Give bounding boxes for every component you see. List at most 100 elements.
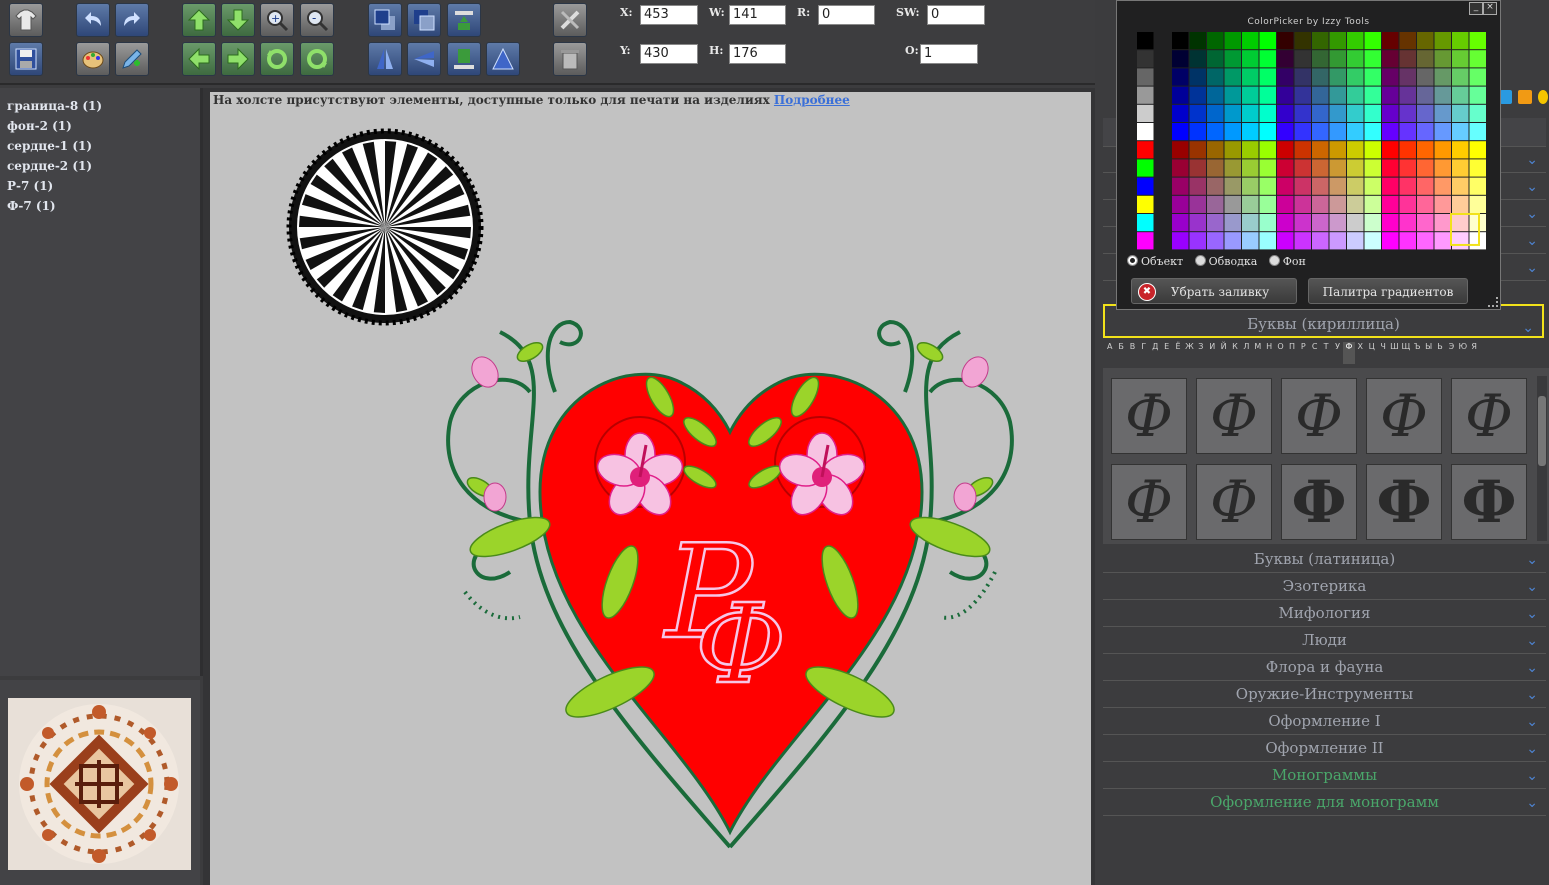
alphabet-letter[interactable]: М bbox=[1252, 342, 1263, 351]
alphabet-letter[interactable]: Б bbox=[1115, 342, 1126, 351]
remove-fill-button[interactable]: ✖ Убрать заливку bbox=[1131, 278, 1297, 304]
category-latin-letters[interactable]: Буквы (латиница) ⌄ bbox=[1103, 547, 1546, 573]
alphabet-letter[interactable]: Ь bbox=[1434, 342, 1445, 351]
tools-button[interactable] bbox=[553, 3, 587, 37]
opacity-field[interactable]: 1 bbox=[920, 44, 978, 64]
layer-item[interactable]: фон-2 (1) bbox=[7, 119, 72, 133]
perspective-button[interactable] bbox=[486, 42, 520, 76]
color-swatch-grid[interactable] bbox=[1137, 32, 1499, 252]
alphabet-letter[interactable]: Ю bbox=[1457, 342, 1468, 351]
letter-thumbnail[interactable]: Ф bbox=[1366, 378, 1442, 454]
layer-item[interactable]: Р-7 (1) bbox=[7, 179, 53, 193]
alphabet-letter[interactable]: Ё bbox=[1172, 342, 1183, 351]
category-monogram-design[interactable]: Оформление для монограмм ⌄ bbox=[1103, 790, 1546, 816]
alphabet-letter[interactable]: Т bbox=[1320, 342, 1331, 351]
category-esoteric[interactable]: Эзотерика ⌄ bbox=[1103, 574, 1546, 600]
sunburst-border-element[interactable] bbox=[286, 128, 484, 326]
alphabet-letter[interactable]: Ж bbox=[1184, 342, 1195, 351]
alphabet-letter[interactable]: Э bbox=[1446, 342, 1457, 351]
move-right-button[interactable] bbox=[221, 42, 255, 76]
gradient-palette-button[interactable]: Палитра градиентов bbox=[1308, 278, 1468, 304]
edit-button[interactable] bbox=[115, 42, 149, 76]
alphabet-letter[interactable]: Е bbox=[1161, 342, 1172, 351]
layer-item[interactable]: Ф-7 (1) bbox=[7, 199, 56, 213]
resize-grip-icon[interactable] bbox=[1488, 297, 1498, 307]
category-people[interactable]: Люди ⌄ bbox=[1103, 628, 1546, 654]
mail-icon[interactable] bbox=[1538, 90, 1548, 104]
letter-thumbnail[interactable]: Ф bbox=[1281, 464, 1357, 540]
zoom-in-button[interactable]: + bbox=[260, 3, 294, 37]
category-design-2[interactable]: Оформление II ⌄ bbox=[1103, 736, 1546, 762]
letter-thumbnail[interactable]: Ф bbox=[1281, 378, 1357, 454]
palette-button[interactable] bbox=[76, 42, 110, 76]
radio-object[interactable] bbox=[1127, 255, 1138, 266]
radio-stroke[interactable] bbox=[1194, 255, 1206, 266]
scrollbar-thumb[interactable] bbox=[1538, 396, 1546, 466]
w-field[interactable]: 141 bbox=[729, 5, 786, 25]
flip-vertical-button[interactable] bbox=[368, 42, 402, 76]
category-weapons-tools[interactable]: Оружие-Инструменты ⌄ bbox=[1103, 682, 1546, 708]
alphabet-letter[interactable]: Й bbox=[1218, 342, 1229, 351]
category-monograms[interactable]: Монограммы ⌄ bbox=[1103, 763, 1546, 789]
flip-horizontal-button[interactable] bbox=[407, 42, 441, 76]
odnoklassniki-icon[interactable] bbox=[1518, 90, 1532, 104]
alphabet-letter[interactable]: Д bbox=[1150, 342, 1161, 351]
alphabet-letter[interactable]: И bbox=[1207, 342, 1218, 351]
send-back-button[interactable] bbox=[407, 3, 441, 37]
rotate-left-button[interactable] bbox=[260, 42, 294, 76]
category-design-1[interactable]: Оформление I ⌄ bbox=[1103, 709, 1546, 735]
alphabet-letter[interactable]: В bbox=[1127, 342, 1138, 351]
letter-thumbnail[interactable]: Ф bbox=[1111, 378, 1187, 454]
radio-background[interactable] bbox=[1268, 255, 1280, 266]
alphabet-letter[interactable]: Л bbox=[1241, 342, 1252, 351]
alphabet-letter[interactable]: З bbox=[1195, 342, 1206, 351]
letter-thumbnail[interactable]: Ф bbox=[1196, 464, 1272, 540]
r-field[interactable]: 0 bbox=[818, 5, 875, 25]
alphabet-letter[interactable]: С bbox=[1309, 342, 1320, 351]
zoom-out-button[interactable]: - bbox=[300, 3, 334, 37]
align-bottom-button[interactable] bbox=[447, 42, 481, 76]
letter-thumbnail[interactable]: Ф bbox=[1451, 378, 1527, 454]
category-flora-fauna[interactable]: Флора и фауна ⌄ bbox=[1103, 655, 1546, 681]
save-button[interactable] bbox=[9, 42, 43, 76]
alphabet-letter[interactable]: Ч bbox=[1377, 342, 1388, 351]
letter-thumbnail[interactable]: Ф bbox=[1451, 464, 1527, 540]
alphabet-letter[interactable]: Ц bbox=[1366, 342, 1377, 351]
alphabet-letter[interactable]: У bbox=[1332, 342, 1343, 351]
alphabet-letter[interactable]: Р bbox=[1298, 342, 1309, 351]
x-field[interactable]: 453 bbox=[640, 5, 698, 25]
alphabet-letter[interactable]: Ы bbox=[1423, 342, 1434, 351]
redo-button[interactable] bbox=[115, 3, 149, 37]
alphabet-letter[interactable]: А bbox=[1104, 342, 1115, 351]
h-field[interactable]: 176 bbox=[729, 44, 786, 64]
letter-thumbnail[interactable]: Ф bbox=[1111, 464, 1187, 540]
rotate-right-button[interactable] bbox=[300, 42, 334, 76]
y-field[interactable]: 430 bbox=[640, 44, 698, 64]
alphabet-letter[interactable]: К bbox=[1229, 342, 1240, 351]
letter-thumbnail[interactable]: Ф bbox=[1366, 464, 1442, 540]
minimize-icon[interactable]: _ bbox=[1469, 2, 1483, 15]
thumbnails-scrollbar[interactable] bbox=[1537, 376, 1547, 541]
alphabet-letter[interactable]: О bbox=[1275, 342, 1286, 351]
alphabet-letter[interactable]: Ф bbox=[1343, 342, 1355, 364]
monogram-letter-f[interactable]: Ф bbox=[694, 579, 788, 710]
bring-front-button[interactable] bbox=[368, 3, 402, 37]
undo-button[interactable] bbox=[76, 3, 110, 37]
alphabet-letter[interactable]: Я bbox=[1469, 342, 1480, 351]
tshirt-button[interactable] bbox=[9, 3, 43, 37]
move-down-button[interactable] bbox=[221, 3, 255, 37]
alphabet-letter[interactable]: Г bbox=[1138, 342, 1149, 351]
alphabet-letter[interactable]: Щ bbox=[1400, 342, 1411, 351]
sw-field[interactable]: 0 bbox=[927, 5, 985, 25]
alphabet-letter[interactable]: Ш bbox=[1389, 342, 1400, 351]
delete-button[interactable] bbox=[553, 42, 587, 76]
move-left-button[interactable] bbox=[182, 42, 216, 76]
letter-thumbnail[interactable]: Ф bbox=[1196, 378, 1272, 454]
layer-item[interactable]: граница-8 (1) bbox=[7, 99, 102, 113]
alphabet-letter[interactable]: Х bbox=[1355, 342, 1366, 351]
alphabet-letter[interactable]: Н bbox=[1263, 342, 1274, 351]
alphabet-letter[interactable]: П bbox=[1286, 342, 1297, 351]
layer-item[interactable]: сердце-1 (1) bbox=[7, 139, 92, 153]
alphabet-letter[interactable]: Ъ bbox=[1412, 342, 1423, 351]
close-icon[interactable]: × bbox=[1483, 2, 1497, 15]
